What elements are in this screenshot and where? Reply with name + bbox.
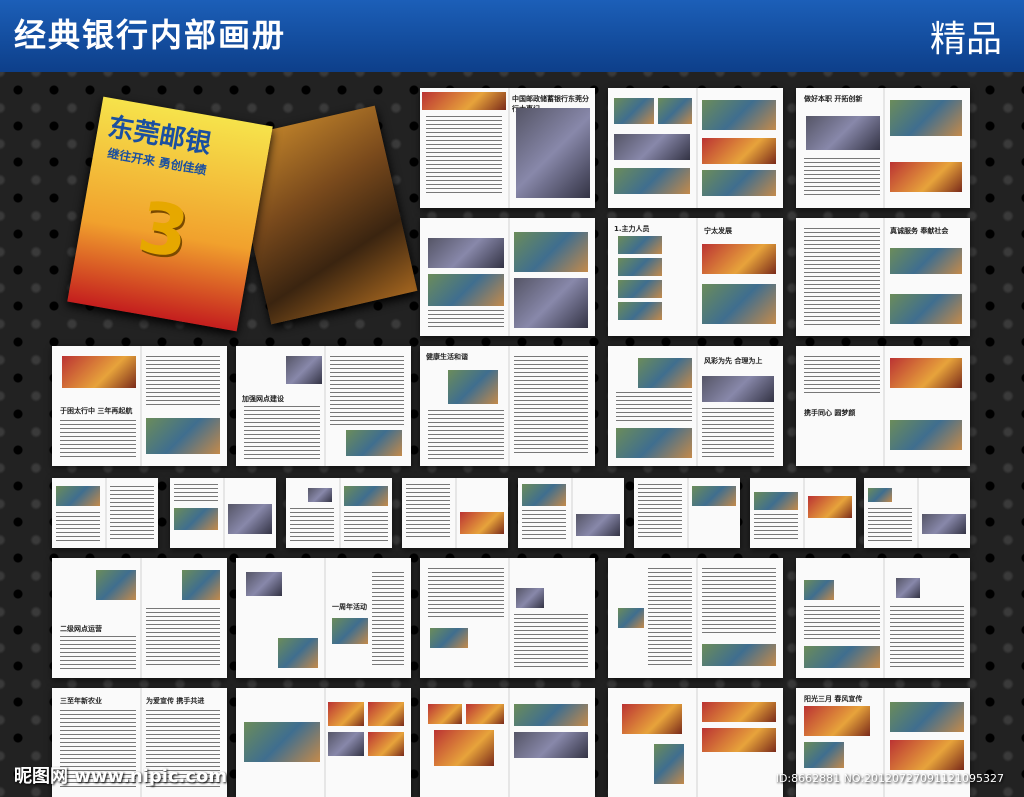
page-title: 经典银行内部画册 [14, 16, 287, 54]
spread-2 [608, 88, 783, 208]
spread-heading: 三至年新农业 [60, 697, 102, 705]
spread-20 [608, 688, 783, 797]
spread-heading: 加强网点建设 [242, 395, 284, 403]
spread-heading: 健康生活和谐 [426, 353, 468, 361]
spread-heading: 为爱宣传 携手共进 [146, 697, 205, 705]
spread-18 [236, 688, 411, 797]
spread-5: 1.主力人员 宁太发展 [608, 218, 783, 336]
spread-14 [420, 558, 595, 678]
header-banner: 经典银行内部画册 精品 [0, 0, 1024, 72]
spread-small-5 [518, 478, 624, 548]
spread-small-4 [402, 478, 508, 548]
spread-7: 于困太行中 三年再起航 [52, 346, 227, 466]
spread-15 [608, 558, 783, 678]
spread-19 [420, 688, 595, 797]
spread-12: 二级网点运营 [52, 558, 227, 678]
spread-1: 中国邮政储蓄银行东莞分行大事记 [420, 88, 595, 208]
spread-heading: 阳光三月 春风宣传 [804, 695, 863, 703]
spread-heading: 携手同心 圆梦颜 [804, 409, 856, 417]
spread-heading: 二级网点运营 [60, 625, 102, 633]
watermark-left: 昵图网 www.nipic.com [14, 766, 228, 787]
front-cover: 东莞邮银 继往开来 勇创佳绩 3 [67, 96, 273, 332]
spread-4 [420, 218, 595, 336]
spread-heading: 真诚服务 奉献社会 [890, 227, 949, 235]
spread-heading: 做好本职 开拓创新 [804, 95, 863, 103]
spread-11: 携手同心 圆梦颜 [796, 346, 970, 466]
spread-3: 做好本职 开拓创新 [796, 88, 970, 208]
spread-heading: 风彩为先 合理为上 [704, 357, 763, 365]
spread-16 [796, 558, 970, 678]
spread-heading: 宁太发展 [704, 227, 732, 235]
spread-9: 健康生活和谐 [420, 346, 595, 466]
spread-small-8 [864, 478, 970, 548]
spread-small-1 [52, 478, 158, 548]
spread-heading: 一周年活动 [332, 603, 367, 611]
spread-small-6 [634, 478, 740, 548]
spread-heading: 1.主力人员 [614, 225, 650, 233]
spread-small-2 [170, 478, 276, 548]
spread-small-3 [286, 478, 392, 548]
quality-badge: 精品 [929, 19, 1002, 60]
spread-small-7 [750, 478, 856, 548]
spread-13: 一周年活动 [236, 558, 411, 678]
spread-heading: 于困太行中 三年再起航 [60, 407, 133, 415]
spread-10: 风彩为先 合理为上 [608, 346, 783, 466]
watermark-right: ID:8662881 NO:20120727091121095327 [775, 772, 1004, 785]
spread-8: 加强网点建设 [236, 346, 411, 466]
spread-6: 真诚服务 奉献社会 [796, 218, 970, 336]
cover-issue-number: 3 [132, 185, 195, 275]
